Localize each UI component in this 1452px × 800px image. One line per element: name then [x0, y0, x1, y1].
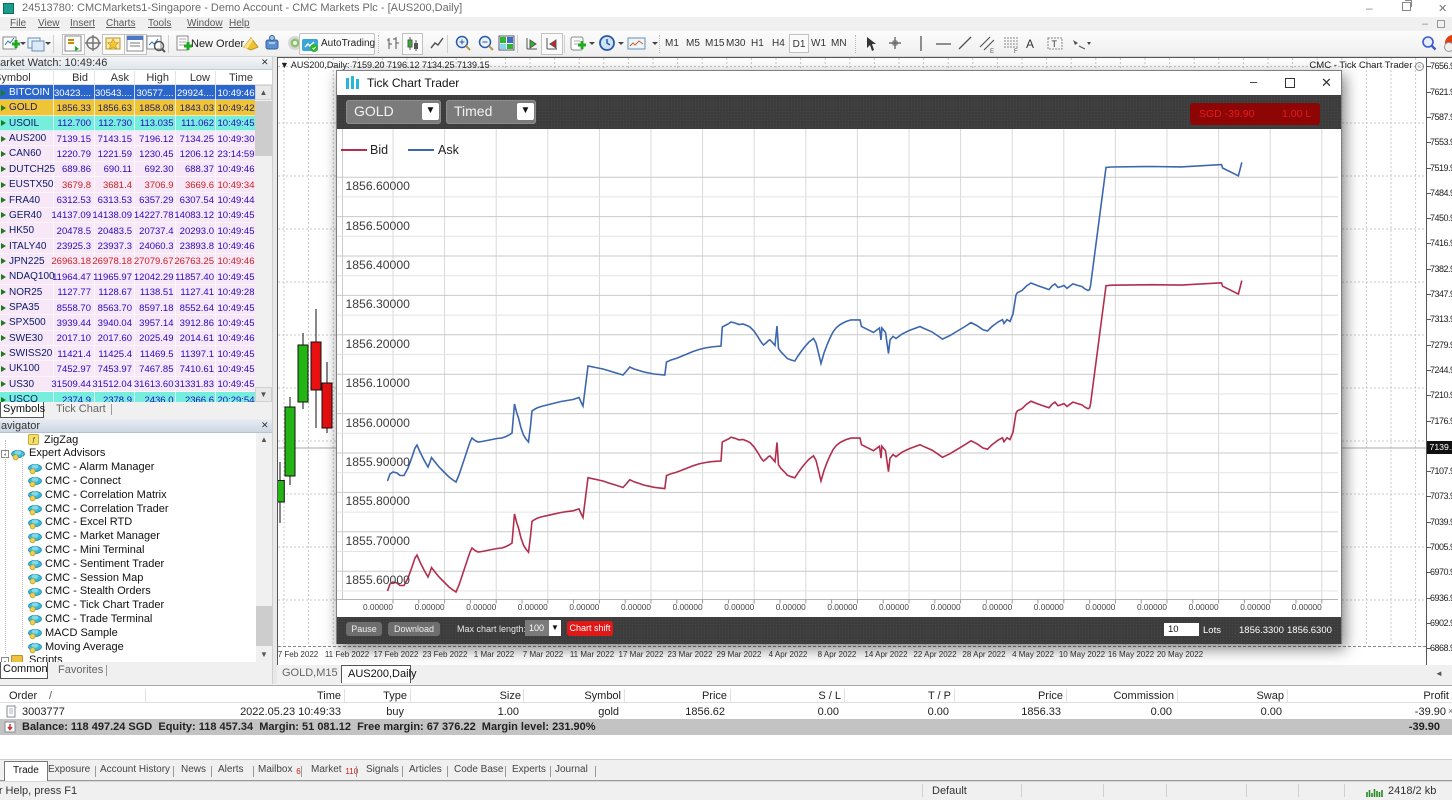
svg-text:F: F	[1014, 49, 1018, 54]
svg-text:E: E	[990, 49, 994, 54]
svg-text:T: T	[1052, 39, 1058, 49]
